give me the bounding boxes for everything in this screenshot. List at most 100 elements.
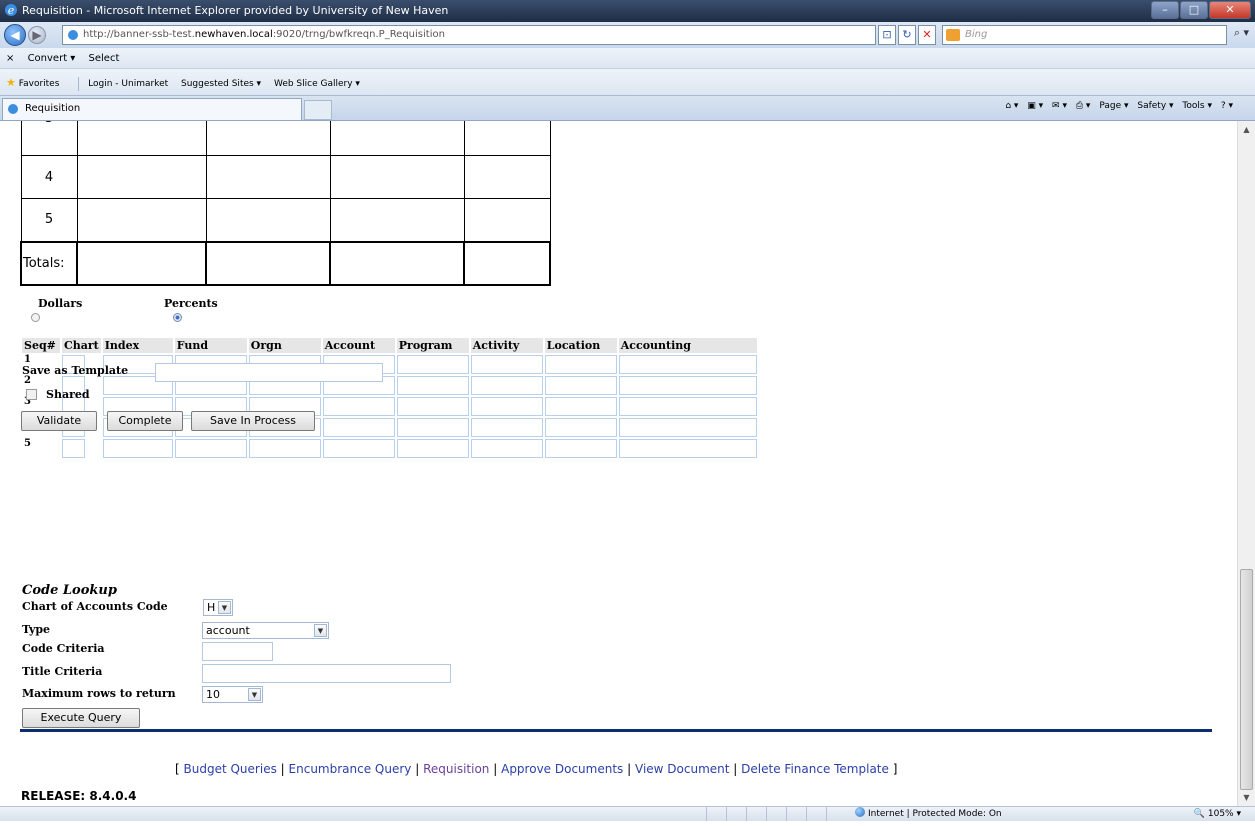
max-rows-select[interactable]: 10 ▼	[202, 686, 263, 703]
program-input[interactable]	[396, 354, 469, 374]
favorites-button[interactable]: Favorites	[19, 71, 60, 98]
close-toolbar-icon[interactable]: ×	[6, 48, 14, 69]
scrollbar-thumb[interactable]	[1240, 569, 1253, 790]
chevron-down-icon: ▼	[248, 688, 261, 701]
tools-menu[interactable]: Tools ▾	[1182, 101, 1212, 111]
link-approve-documents[interactable]: Approve Documents	[501, 762, 623, 776]
program-input[interactable]	[396, 396, 469, 416]
activity-input[interactable]	[470, 438, 543, 458]
type-select[interactable]: account ▼	[202, 622, 329, 639]
grid-header: Seq# Chart Index Fund Orgn Account Progr…	[22, 338, 757, 353]
forward-button[interactable]: ▶	[28, 26, 46, 44]
select-button[interactable]: Select	[89, 48, 120, 69]
code-criteria-label: Code Criteria	[22, 642, 105, 655]
page-menu[interactable]: Page ▾	[1099, 101, 1128, 111]
link-encumbrance-query[interactable]: Encumbrance Query	[289, 762, 412, 776]
header-location: Location	[544, 338, 617, 353]
accounting-input[interactable]	[618, 417, 757, 437]
safety-menu[interactable]: Safety ▾	[1137, 101, 1173, 111]
fund-input[interactable]	[174, 438, 247, 458]
index-input[interactable]	[102, 438, 173, 458]
favorites-bar: ★ Favorites Login - Unimarket Suggested …	[0, 69, 1255, 96]
program-input[interactable]	[396, 417, 469, 437]
mail-icon[interactable]: ✉ ▾	[1052, 101, 1067, 111]
location-input[interactable]	[544, 396, 617, 416]
back-button[interactable]: ◀	[4, 24, 26, 46]
release-version: RELEASE: 8.4.0.4	[21, 789, 137, 803]
link-delete-finance-template[interactable]: Delete Finance Template	[741, 762, 889, 776]
print-icon[interactable]: ⎙ ▾	[1076, 101, 1091, 111]
svg-text:e: e	[8, 4, 15, 17]
favorite-suggested-sites[interactable]: Suggested Sites ▾	[181, 71, 261, 98]
activity-input[interactable]	[470, 354, 543, 374]
account-input[interactable]	[322, 396, 395, 416]
chevron-down-icon: ▼	[314, 624, 327, 637]
convert-button[interactable]: Convert ▾	[28, 48, 76, 69]
account-input[interactable]	[322, 417, 395, 437]
favorite-login-unimarket[interactable]: Login - Unimarket	[88, 71, 168, 98]
pdf-toolbar: × Convert ▾ Select	[0, 48, 1255, 69]
percents-radio[interactable]	[173, 313, 182, 322]
scroll-up-icon[interactable]: ▲	[1238, 121, 1255, 138]
address-input[interactable]: http://banner-ssb-test.newhaven.local:90…	[62, 25, 876, 45]
activity-input[interactable]	[470, 417, 543, 437]
refresh-icon[interactable]: ↻	[898, 25, 916, 45]
program-input[interactable]	[396, 438, 469, 458]
save-in-process-button[interactable]: Save In Process	[191, 411, 315, 431]
security-zone[interactable]: Internet | Protected Mode: On	[855, 807, 1002, 821]
code-criteria-input[interactable]	[202, 642, 273, 661]
link-view-document[interactable]: View Document	[635, 762, 729, 776]
search-input[interactable]: Bing	[942, 25, 1227, 45]
shared-label: Shared	[46, 388, 90, 401]
new-tab-button[interactable]	[304, 100, 332, 120]
location-input[interactable]	[544, 375, 617, 395]
maximize-button[interactable]: □	[1180, 1, 1208, 19]
dollars-radio[interactable]	[31, 313, 40, 322]
compatibility-view-icon[interactable]: ⊡	[878, 25, 896, 45]
header-accounting: Accounting	[618, 338, 757, 353]
separator: |	[733, 762, 738, 776]
max-rows-label: Maximum rows to return	[22, 687, 176, 700]
header-index: Index	[102, 338, 173, 353]
accounting-input[interactable]	[618, 396, 757, 416]
location-input[interactable]	[544, 354, 617, 374]
close-window-button[interactable]: ✕	[1209, 1, 1251, 19]
location-input[interactable]	[544, 417, 617, 437]
feeds-icon[interactable]: ▣ ▾	[1027, 101, 1043, 111]
program-input[interactable]	[396, 375, 469, 395]
zoom-control[interactable]: 🔍 105% ▾	[1194, 807, 1241, 821]
template-name-input[interactable]	[155, 363, 383, 382]
header-account: Account	[322, 338, 395, 353]
vertical-scrollbar[interactable]: ▲ ▼	[1237, 121, 1255, 806]
validate-button[interactable]: Validate	[21, 411, 97, 431]
tab-requisition[interactable]: Requisition	[2, 98, 302, 120]
help-icon[interactable]: ? ▾	[1221, 101, 1233, 111]
home-icon[interactable]: ⌂ ▾	[1005, 101, 1018, 111]
minimize-button[interactable]: –	[1151, 1, 1179, 19]
complete-button[interactable]: Complete	[107, 411, 183, 431]
accounting-input[interactable]	[618, 354, 757, 374]
search-icon[interactable]: ⌕ ▾	[1234, 26, 1249, 40]
orgn-input[interactable]	[248, 438, 321, 458]
stop-icon[interactable]: ✕	[918, 25, 936, 45]
divider	[78, 76, 80, 91]
accounting-input[interactable]	[618, 438, 757, 458]
footer-nav: [ Budget Queries | Encumbrance Query | R…	[175, 762, 897, 776]
execute-query-button[interactable]: Execute Query	[22, 708, 140, 728]
accounting-input[interactable]	[618, 375, 757, 395]
activity-input[interactable]	[470, 375, 543, 395]
bing-icon	[946, 29, 960, 41]
link-requisition[interactable]: Requisition	[423, 762, 489, 776]
chart-of-accounts-select[interactable]: H ▼	[203, 599, 233, 616]
chart-input[interactable]	[62, 438, 85, 458]
chart-of-accounts-label: Chart of Accounts Code	[22, 600, 168, 613]
shared-checkbox[interactable]	[26, 389, 37, 400]
link-budget-queries[interactable]: Budget Queries	[184, 762, 277, 776]
location-input[interactable]	[544, 438, 617, 458]
title-criteria-input[interactable]	[202, 664, 451, 683]
favorite-web-slice-gallery[interactable]: Web Slice Gallery ▾	[274, 71, 360, 98]
zoom-icon: 🔍	[1193, 809, 1208, 819]
account-input[interactable]	[322, 438, 395, 458]
scroll-down-icon[interactable]: ▼	[1238, 789, 1255, 806]
activity-input[interactable]	[470, 396, 543, 416]
